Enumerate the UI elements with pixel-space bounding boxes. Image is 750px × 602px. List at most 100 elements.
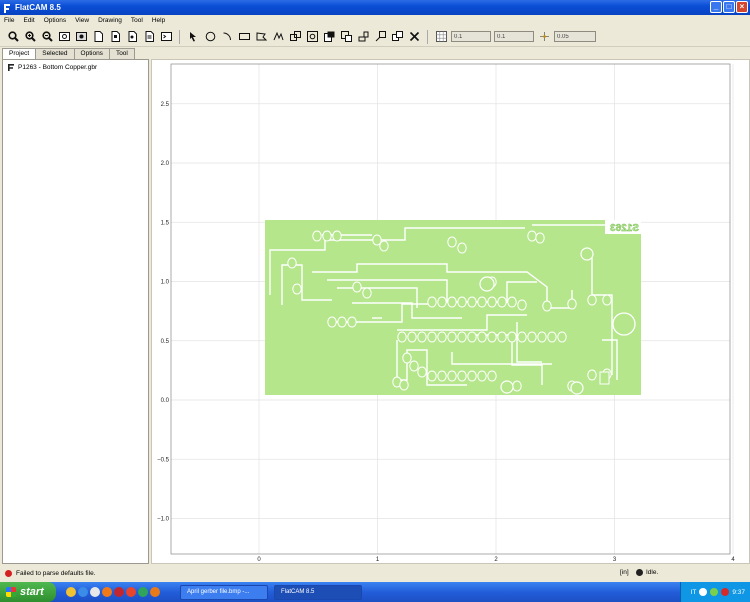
zoom-fit-icon[interactable] bbox=[6, 30, 20, 44]
pad bbox=[447, 370, 457, 382]
arc-icon[interactable] bbox=[220, 30, 234, 44]
x-tick-label: 2 bbox=[494, 557, 498, 563]
menu-drawing[interactable]: Drawing bbox=[98, 17, 122, 24]
pad bbox=[447, 331, 457, 343]
buffer-icon[interactable] bbox=[339, 30, 353, 44]
tab-tool[interactable]: Tool bbox=[108, 48, 135, 59]
y-tick-label: 0.5 bbox=[161, 339, 170, 345]
y-tick-label: 1.5 bbox=[161, 220, 170, 226]
menu-edit[interactable]: Edit bbox=[23, 17, 34, 24]
rectangle-icon[interactable] bbox=[237, 30, 251, 44]
open-gcode-icon[interactable] bbox=[142, 30, 156, 44]
tab-selected[interactable]: Selected bbox=[35, 48, 75, 59]
snap-icon[interactable] bbox=[537, 30, 551, 44]
open-excellon-icon[interactable] bbox=[125, 30, 139, 44]
menu-file[interactable]: File bbox=[4, 17, 14, 24]
units-label: [in] bbox=[620, 569, 629, 576]
quick-launch-icon[interactable] bbox=[126, 587, 136, 597]
subtract-icon[interactable] bbox=[322, 30, 336, 44]
pad bbox=[487, 331, 497, 343]
tray-icon[interactable] bbox=[710, 588, 719, 596]
mounting-hole bbox=[570, 381, 584, 395]
select-icon[interactable] bbox=[186, 30, 200, 44]
path-icon[interactable] bbox=[271, 30, 285, 44]
tab-options[interactable]: Options bbox=[73, 48, 110, 59]
taskbar-item-flatcam[interactable]: FlatCAM 8.5 bbox=[274, 584, 362, 600]
tray-icon[interactable] bbox=[699, 588, 708, 596]
windows-logo-icon bbox=[6, 587, 16, 597]
quick-launch-icon[interactable] bbox=[102, 587, 112, 597]
move-icon[interactable] bbox=[373, 30, 387, 44]
pad bbox=[287, 257, 297, 269]
polygon-icon[interactable] bbox=[254, 30, 268, 44]
plot-svg: 0 1 2 3 4 2.5 2.0 1.5 1.0 0.5 0.0 −0.5 −1.0 S1263 bbox=[157, 63, 735, 563]
pad bbox=[535, 232, 545, 244]
menu-options[interactable]: Options bbox=[44, 17, 66, 24]
snap-max-input[interactable] bbox=[554, 31, 596, 42]
y-tick-label: 2.0 bbox=[161, 161, 170, 167]
delete-icon[interactable] bbox=[407, 30, 421, 44]
menu-help[interactable]: Help bbox=[152, 17, 165, 24]
y-tick-label: 2.5 bbox=[161, 102, 170, 108]
circle-icon[interactable] bbox=[203, 30, 217, 44]
pad bbox=[537, 331, 547, 343]
quick-launch-icon[interactable] bbox=[90, 587, 100, 597]
pad bbox=[477, 296, 487, 308]
pad bbox=[497, 331, 507, 343]
close-button[interactable]: × bbox=[736, 1, 748, 13]
open-gerber-icon[interactable] bbox=[108, 30, 122, 44]
union-icon[interactable] bbox=[288, 30, 302, 44]
tab-project[interactable]: Project bbox=[2, 48, 37, 59]
y-tick-label: 1.0 bbox=[161, 280, 170, 286]
pad bbox=[337, 316, 347, 328]
copy-icon[interactable] bbox=[390, 30, 404, 44]
quick-launch-icon[interactable] bbox=[150, 587, 160, 597]
pad bbox=[497, 296, 507, 308]
intersection-icon[interactable] bbox=[305, 30, 319, 44]
quick-launch-icon[interactable] bbox=[66, 587, 76, 597]
pad bbox=[437, 370, 447, 382]
mounting-hole bbox=[580, 247, 594, 261]
taskbar-item-paint[interactable]: April gerber file.bmp -... bbox=[180, 584, 268, 600]
pad bbox=[437, 331, 447, 343]
menu-view[interactable]: View bbox=[75, 17, 89, 24]
zoom-out-icon[interactable] bbox=[40, 30, 54, 44]
pad bbox=[457, 296, 467, 308]
grid-y-input[interactable] bbox=[494, 31, 534, 42]
pcb-board: S1263 bbox=[265, 220, 641, 395]
pad bbox=[467, 331, 477, 343]
clear-plot-icon[interactable] bbox=[57, 30, 71, 44]
project-item[interactable]: P1263 - Bottom Copper.gbr bbox=[3, 60, 148, 75]
quick-launch-icon[interactable] bbox=[114, 587, 124, 597]
grid-x-input[interactable] bbox=[451, 31, 491, 42]
grid-icon[interactable] bbox=[434, 30, 448, 44]
idle-icon bbox=[636, 569, 643, 576]
paint-icon[interactable] bbox=[356, 30, 370, 44]
shell-icon[interactable] bbox=[159, 30, 173, 44]
pad bbox=[557, 331, 567, 343]
quick-launch-icon[interactable] bbox=[78, 587, 88, 597]
zoom-in-icon[interactable] bbox=[23, 30, 37, 44]
new-project-icon[interactable] bbox=[91, 30, 105, 44]
toolbar-separator bbox=[427, 29, 428, 44]
task-label: FlatCAM 8.5 bbox=[281, 589, 315, 595]
minimize-button[interactable]: _ bbox=[710, 1, 722, 13]
y-tick-label: 0.0 bbox=[161, 398, 170, 404]
status-message: Failed to parse defaults file. bbox=[16, 569, 96, 577]
pad bbox=[447, 296, 457, 308]
start-button[interactable]: start bbox=[0, 582, 56, 602]
language-indicator: IT bbox=[690, 588, 697, 596]
pad bbox=[467, 296, 477, 308]
flatcam-logo-icon bbox=[4, 3, 10, 13]
maximize-button[interactable]: □ bbox=[723, 1, 735, 13]
pad bbox=[437, 296, 447, 308]
tray-icon[interactable] bbox=[721, 588, 730, 596]
replot-icon[interactable] bbox=[74, 30, 88, 44]
pad bbox=[467, 370, 477, 382]
pad bbox=[447, 236, 457, 248]
status-bar: Failed to parse defaults file. [in] Idle… bbox=[0, 566, 750, 580]
pad bbox=[587, 294, 597, 306]
quick-launch-icon[interactable] bbox=[138, 587, 148, 597]
plot-canvas[interactable]: 0 1 2 3 4 2.5 2.0 1.5 1.0 0.5 0.0 −0.5 −1.0 S1263 bbox=[151, 59, 750, 564]
menu-tool[interactable]: Tool bbox=[131, 17, 143, 24]
